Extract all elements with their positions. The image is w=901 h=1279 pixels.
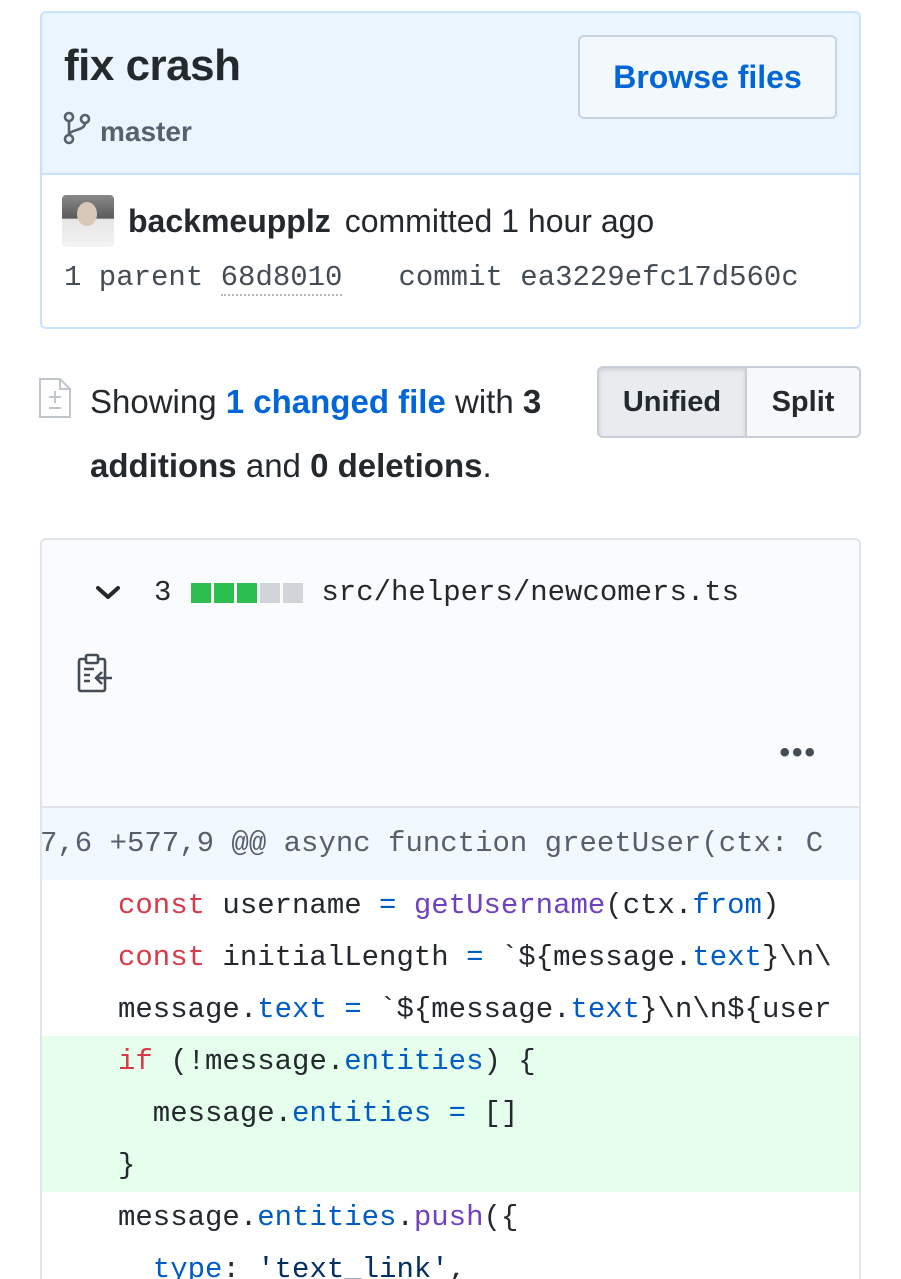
- commit-meta: backmeupplz committed 1 hour ago 1 paren…: [42, 175, 859, 327]
- code-lines: const username = getUsername(ctx.from) c…: [42, 880, 859, 1279]
- hunk-header: 7,6 +577,9 @@ async function greetUser(c…: [42, 808, 859, 880]
- file-diff-icon: [38, 376, 72, 440]
- branch-indicator[interactable]: master: [62, 111, 192, 152]
- commit-label: commit: [398, 261, 503, 294]
- browse-files-button[interactable]: Browse files: [578, 35, 837, 119]
- changed-files-link[interactable]: 1 changed file: [226, 383, 446, 420]
- git-branch-icon: [62, 111, 92, 152]
- diffstat-block: [214, 582, 235, 603]
- commit-title-bar: fix crash master Browse files: [42, 13, 859, 175]
- split-view-button[interactable]: Split: [747, 366, 861, 438]
- author-link[interactable]: backmeupplz: [128, 203, 331, 240]
- additions-word: additions: [90, 447, 237, 484]
- code-line: type: 'text_link',: [152, 1253, 467, 1279]
- parent-sha-link[interactable]: 68d8010: [220, 261, 343, 296]
- summary-period: .: [482, 447, 492, 484]
- commit-sha: ea3229efc17d560c: [520, 261, 799, 294]
- summary-and: and: [245, 447, 301, 484]
- deletions-count: 0: [310, 447, 329, 484]
- avatar[interactable]: [62, 195, 114, 247]
- diffstat-block: [283, 582, 304, 603]
- more-options-button[interactable]: •••: [779, 736, 817, 770]
- file-info-row: 3 src/helpers/newcomers.ts: [94, 576, 739, 609]
- diff-view-toggle: Unified Split: [597, 366, 861, 438]
- diffstat-block: [191, 582, 212, 603]
- file-change-count: 3: [154, 576, 172, 609]
- diffstat-block: [237, 582, 258, 603]
- additions-count: 3: [522, 383, 542, 420]
- code-line-added: if (!message.entities) {: [42, 1036, 859, 1088]
- author-row: backmeupplz committed 1 hour ago: [62, 195, 654, 247]
- deletions-word: deletions: [337, 447, 483, 484]
- diff-summary: Showing 1 changed file with 3 additions …: [38, 370, 578, 498]
- code-line: const initialLength = `${message.text}\n…: [118, 941, 832, 974]
- code-line-added: }: [42, 1140, 859, 1192]
- code-line: const username = getUsername(ctx.from): [118, 889, 780, 922]
- parent-label: 1 parent: [64, 261, 204, 294]
- commit-title: fix crash: [64, 41, 241, 90]
- code-line: message.text = `${message.text}\n\n${use…: [118, 993, 832, 1026]
- unified-view-button[interactable]: Unified: [597, 366, 747, 438]
- copy-path-icon[interactable]: [76, 652, 114, 699]
- diffstat-bar: [191, 582, 304, 603]
- sha-row: 1 parent 68d8010 commit ea3229efc17d560c: [64, 261, 799, 296]
- file-diff: 3 src/helpers/newcomers.ts ••• 7,6 +577,…: [40, 538, 861, 1279]
- committed-time: committed 1 hour ago: [344, 202, 655, 239]
- code-line-added: message.entities = []: [42, 1088, 859, 1140]
- chevron-down-icon[interactable]: [94, 584, 128, 602]
- summary-with: with: [455, 383, 514, 420]
- file-path[interactable]: src/helpers/newcomers.ts: [321, 576, 739, 609]
- commit-header: fix crash master Browse files backmeuppl…: [40, 11, 861, 329]
- summary-showing: Showing: [90, 383, 217, 420]
- code-line: message.entities.push({: [118, 1201, 519, 1234]
- diffstat-block: [260, 582, 281, 603]
- branch-name: master: [100, 115, 192, 147]
- file-header: 3 src/helpers/newcomers.ts •••: [42, 540, 859, 808]
